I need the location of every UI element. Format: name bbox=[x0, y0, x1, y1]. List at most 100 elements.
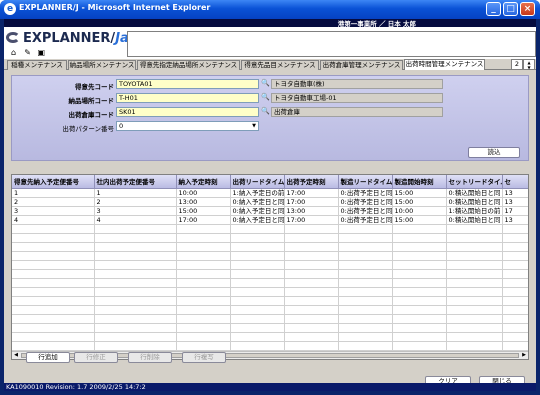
table-cell[interactable]: 0:出荷予定日と同 bbox=[338, 206, 393, 216]
column-header[interactable]: セットリードタイム bbox=[446, 175, 503, 189]
empty-cell bbox=[94, 341, 177, 351]
table-cell[interactable]: 17 bbox=[502, 206, 528, 216]
close-window-button[interactable]: × bbox=[520, 2, 535, 16]
column-header[interactable]: 出荷予定時刻 bbox=[284, 175, 339, 189]
warehouse-search-icon[interactable]: 🔍 bbox=[261, 107, 270, 116]
read-button[interactable]: 読込 bbox=[468, 147, 520, 158]
print-icon[interactable]: ✎ bbox=[24, 49, 32, 57]
table-row[interactable]: 2 2 13:00 0:納入予定日と同 17:00 0:出荷予定日と同 15:00 0:積込開… bbox=[12, 197, 528, 207]
table-cell[interactable]: 4 bbox=[94, 215, 177, 225]
tab-delivery-place[interactable]: 納品場所メンテナンス bbox=[68, 60, 136, 70]
warehouse-code-input[interactable]: SK01 bbox=[116, 107, 259, 117]
table-cell[interactable]: 10:00 bbox=[176, 188, 231, 198]
tab-customer-delivery-place[interactable]: 得意先指定納品場所メンテナンス bbox=[137, 60, 240, 70]
customer-search-icon[interactable]: 🔍 bbox=[261, 79, 270, 88]
empty-cell bbox=[446, 251, 503, 261]
maximize-button[interactable]: □ bbox=[503, 2, 518, 16]
delete-row-button[interactable]: 行削除 bbox=[128, 352, 172, 363]
copy-row-button[interactable]: 行複写 bbox=[182, 352, 226, 363]
scroll-left-icon[interactable]: ◀ bbox=[12, 352, 20, 359]
empty-cell bbox=[502, 332, 528, 342]
save-icon[interactable]: ▣ bbox=[37, 49, 45, 57]
empty-cell bbox=[12, 332, 95, 342]
empty-row bbox=[12, 287, 528, 297]
empty-cell bbox=[284, 287, 339, 297]
empty-cell bbox=[284, 260, 339, 270]
table-cell[interactable]: 3 bbox=[94, 206, 177, 216]
empty-cell bbox=[94, 305, 177, 315]
table-cell[interactable]: 13 bbox=[502, 197, 528, 207]
empty-cell bbox=[230, 296, 285, 306]
empty-cell bbox=[230, 224, 285, 234]
home-icon[interactable]: ⌂ bbox=[11, 49, 19, 57]
table-cell[interactable]: 17:00 bbox=[284, 215, 339, 225]
empty-cell bbox=[392, 287, 447, 297]
empty-cell bbox=[176, 260, 231, 270]
column-header[interactable]: 納入予定時刻 bbox=[176, 175, 231, 189]
table-cell[interactable]: 1 bbox=[94, 188, 177, 198]
table-cell[interactable]: 15:00 bbox=[392, 188, 447, 198]
table-cell[interactable]: 3 bbox=[12, 206, 95, 216]
pattern-number-select[interactable]: 0 ▼ bbox=[116, 121, 259, 131]
table-cell[interactable]: 0:納入予定日と同 bbox=[230, 206, 285, 216]
column-header[interactable]: 得意先納入予定便番号 bbox=[12, 175, 95, 189]
table-cell[interactable]: 15:00 bbox=[392, 215, 447, 225]
table-cell[interactable]: 17:00 bbox=[284, 188, 339, 198]
table-cell[interactable]: 0:出荷予定日と同 bbox=[338, 215, 393, 225]
delivery-code-input[interactable]: T-H01 bbox=[116, 93, 259, 103]
table-cell[interactable]: 0:出荷予定日と同 bbox=[338, 197, 393, 207]
empty-row bbox=[12, 341, 528, 351]
table-cell[interactable]: 1:積込開始日の前 bbox=[446, 206, 503, 216]
edit-row-button[interactable]: 行修正 bbox=[74, 352, 118, 363]
table-cell[interactable]: 15:00 bbox=[392, 197, 447, 207]
table-row[interactable]: 4 4 17:00 0:納入予定日と同 17:00 0:出荷予定日と同 15:00 0:積込開… bbox=[12, 215, 528, 225]
column-header[interactable]: 製造リードタイム bbox=[338, 175, 393, 189]
empty-cell bbox=[94, 251, 177, 261]
table-cell[interactable]: 0:納入予定日と同 bbox=[230, 215, 285, 225]
table-cell[interactable]: 10:00 bbox=[392, 206, 447, 216]
table-cell[interactable]: 13 bbox=[502, 215, 528, 225]
tab-maintenance-1[interactable]: 稲種メンテナンス bbox=[7, 60, 67, 70]
table-cell[interactable]: 1:納入予定日の前 bbox=[230, 188, 285, 198]
empty-cell bbox=[284, 251, 339, 261]
table-cell[interactable]: 0:積込開始日と同 bbox=[446, 215, 503, 225]
table-cell[interactable]: 0:積込開始日と同 bbox=[446, 197, 503, 207]
column-header[interactable]: 社内出荷予定便番号 bbox=[94, 175, 177, 189]
table-cell[interactable]: 13:00 bbox=[284, 206, 339, 216]
delivery-search-icon[interactable]: 🔍 bbox=[261, 93, 270, 102]
table-cell[interactable]: 2 bbox=[12, 197, 95, 207]
tab-down-icon[interactable]: ▼ bbox=[524, 65, 534, 70]
table-row[interactable]: 3 3 15:00 0:納入予定日と同 13:00 0:出荷予定日と同 10:00 1:積込開… bbox=[12, 206, 528, 216]
empty-cell bbox=[12, 269, 95, 279]
tab-warehouse[interactable]: 出荷倉庫管理メンテナンス bbox=[320, 60, 403, 70]
add-row-button[interactable]: 行追加 bbox=[26, 352, 70, 363]
tab-shipping-time[interactable]: 出荷時間管理メンテナンス bbox=[404, 59, 485, 70]
table-cell[interactable]: 0:積込開始日と同 bbox=[446, 188, 503, 198]
tab-customer-item[interactable]: 得意先品目メンテナンス bbox=[241, 60, 319, 70]
table-cell[interactable]: 0:出荷予定日と同 bbox=[338, 188, 393, 198]
column-header[interactable]: 出荷リードタイム bbox=[230, 175, 285, 189]
table-cell[interactable]: 13:00 bbox=[176, 197, 231, 207]
table-cell[interactable]: 2 bbox=[94, 197, 177, 207]
customer-code-input[interactable]: TOYOTA01 bbox=[116, 79, 259, 89]
table-cell[interactable]: 17:00 bbox=[284, 197, 339, 207]
title-bar[interactable]: e EXPLANNER/J - Microsoft Internet Explo… bbox=[0, 0, 540, 19]
browser-content: 港第一事業所 ／ 日本 太郎 EXPLANNER/Ja ⌂ ✎ ▣ 稲種メンテナ… bbox=[4, 19, 536, 391]
table-cell[interactable]: 17:00 bbox=[176, 215, 231, 225]
table-cell[interactable]: 0:納入予定日と同 bbox=[230, 197, 285, 207]
minimize-button[interactable]: _ bbox=[486, 2, 501, 16]
scroll-right-icon[interactable]: ▶ bbox=[520, 352, 528, 359]
table-cell[interactable]: 13 bbox=[502, 188, 528, 198]
empty-cell bbox=[284, 224, 339, 234]
empty-cell bbox=[392, 242, 447, 252]
column-header[interactable]: セ bbox=[502, 175, 528, 189]
empty-cell bbox=[230, 260, 285, 270]
tab-scroll-spinner[interactable]: ▲ ▼ bbox=[523, 59, 535, 70]
status-text: KA1090010 Revision: 1.7 2009/2/25 14:7:2 bbox=[6, 383, 146, 391]
table-cell[interactable]: 15:00 bbox=[176, 206, 231, 216]
table-cell[interactable]: 4 bbox=[12, 215, 95, 225]
empty-cell bbox=[12, 242, 95, 252]
table-row[interactable]: 1 1 10:00 1:納入予定日の前 17:00 0:出荷予定日と同 15:00 0:積込開… bbox=[12, 188, 528, 198]
table-cell[interactable]: 1 bbox=[12, 188, 95, 198]
column-header[interactable]: 製造開始時刻 bbox=[392, 175, 447, 189]
